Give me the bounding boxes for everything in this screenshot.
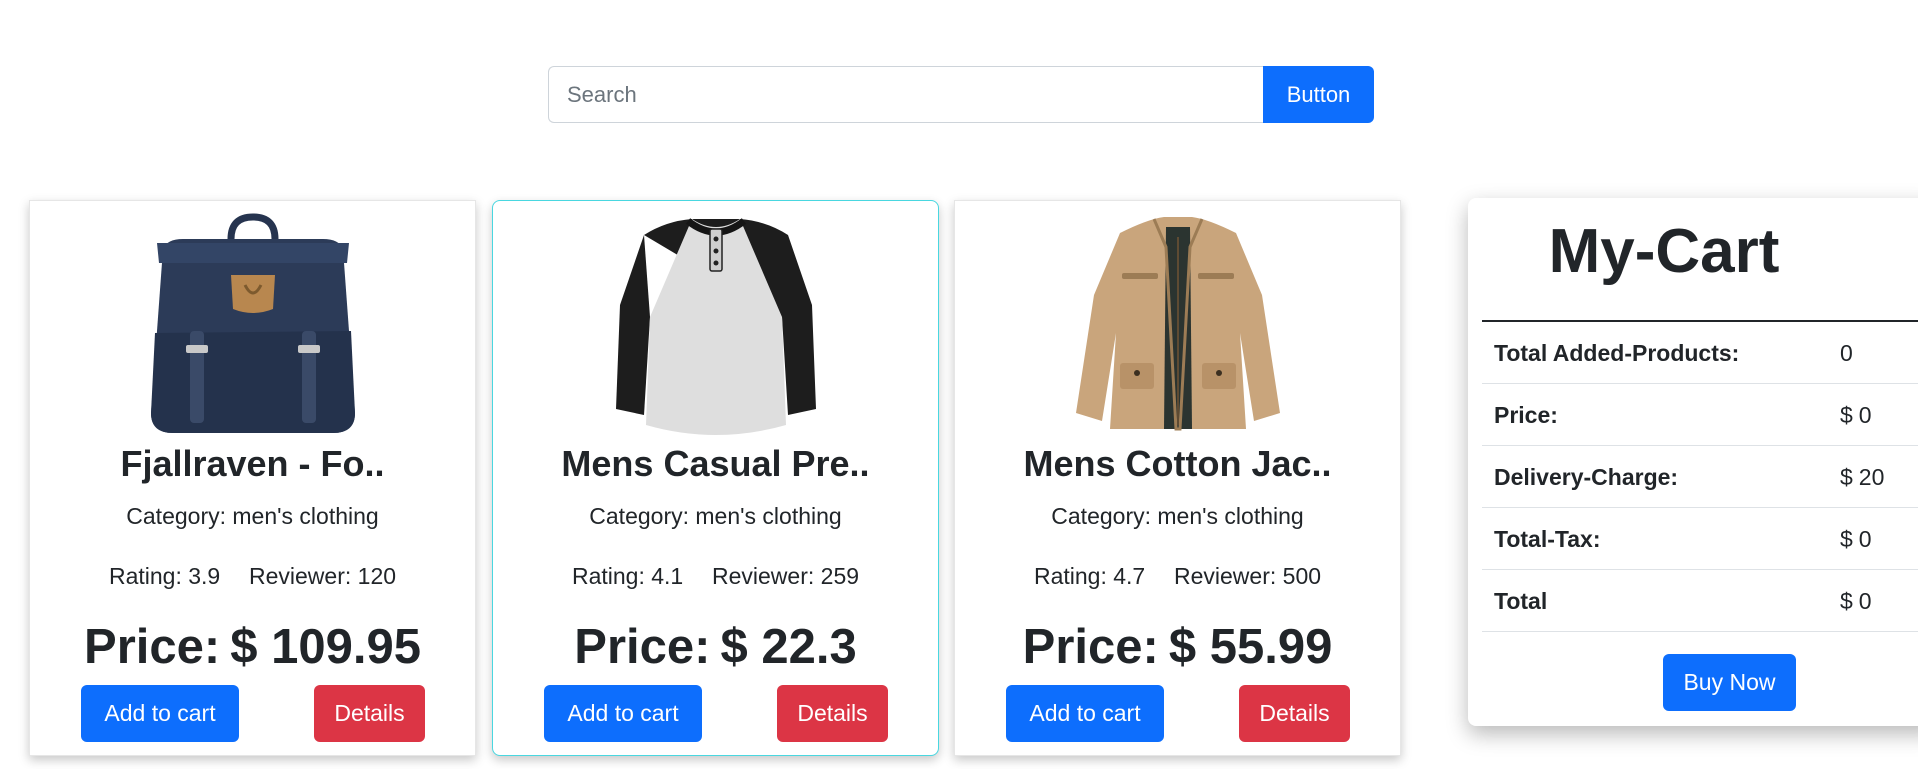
cart-row-value: $20	[1840, 464, 1884, 491]
cart-row-value: $0	[1840, 402, 1872, 429]
price-label: Price:	[84, 620, 221, 674]
buy-now-button[interactable]: Buy Now	[1663, 654, 1796, 711]
cart-row-number: 0	[1858, 402, 1872, 428]
cart-row-label: Total	[1494, 588, 1548, 614]
add-to-cart-button[interactable]: Add to cart	[544, 685, 702, 742]
cart-row-number: 0	[1858, 588, 1872, 614]
rating-value: 4.7	[1113, 563, 1146, 589]
reviewer-count: 120	[357, 563, 397, 589]
raglan-tshirt-image	[493, 213, 938, 439]
cart-row-number: 0	[1840, 340, 1853, 366]
category-label: Category:	[126, 503, 226, 529]
category-value: men's clothing	[232, 503, 379, 529]
cart-row-value: $0	[1840, 588, 1872, 615]
reviewer-label: Reviewer:	[1174, 563, 1277, 589]
product-price: Price: $ 22.3	[493, 619, 938, 675]
product-category: Category: men's clothing	[955, 503, 1400, 530]
cart-title: My-Cart	[1548, 217, 1780, 286]
price-value: 55.99	[1209, 620, 1333, 674]
rating-value: 4.1	[651, 563, 684, 589]
reviewer-count: 500	[1282, 563, 1322, 589]
category-value: men's clothing	[695, 503, 842, 529]
cotton-jacket-image	[955, 213, 1400, 439]
cart-row-total-tax: Total-Tax: $0	[1482, 508, 1918, 570]
cart-row-delivery-charge: Delivery-Charge: $20	[1482, 446, 1918, 508]
cart-row-label: Total Added-Products:	[1494, 340, 1740, 366]
price-currency: $	[230, 620, 258, 674]
reviewer-label: Reviewer:	[712, 563, 815, 589]
product-price: Price: $ 109.95	[30, 619, 475, 675]
product-title: Mens Casual Pre..	[561, 443, 870, 484]
product-card: Mens Casual Pre.. Category: men's clothi…	[492, 200, 939, 756]
cart-row-label: Total-Tax:	[1494, 526, 1601, 552]
shop-page: Button Fjallraven - Fo.. Category: men's…	[0, 0, 1918, 769]
product-category: Category: men's clothing	[30, 503, 475, 530]
cart-row-currency: $	[1840, 588, 1853, 614]
price-value: 22.3	[761, 620, 857, 674]
reviewer-count: 259	[820, 563, 860, 589]
rating-label: Rating:	[1033, 563, 1107, 589]
cart-row-total: Total $0	[1482, 570, 1918, 632]
details-button[interactable]: Details	[1239, 685, 1350, 742]
add-to-cart-button[interactable]: Add to cart	[1006, 685, 1164, 742]
price-currency: $	[1168, 620, 1197, 674]
cart-row-label: Price:	[1494, 402, 1558, 428]
cart-row-label: Delivery-Charge:	[1494, 464, 1679, 490]
cart-row-price: Price: $0	[1482, 384, 1918, 446]
cart-row-value: $0	[1840, 526, 1872, 553]
category-label: Category:	[589, 503, 689, 529]
rating-value: 3.9	[188, 563, 221, 589]
rating-label: Rating:	[571, 563, 645, 589]
search-input[interactable]	[548, 66, 1263, 123]
cart-row-currency: $	[1840, 526, 1853, 552]
product-category: Category: men's clothing	[493, 503, 938, 530]
rating-label: Rating:	[108, 563, 182, 589]
add-to-cart-button[interactable]: Add to cart	[81, 685, 239, 742]
search-bar: Button	[548, 66, 1374, 123]
search-button[interactable]: Button	[1263, 66, 1374, 123]
details-button[interactable]: Details	[777, 685, 888, 742]
product-card: Fjallraven - Fo.. Category: men's clothi…	[29, 200, 476, 756]
product-stats: Rating: 4.7 Reviewer: 500	[955, 563, 1400, 590]
product-price: Price: $ 55.99	[955, 619, 1400, 675]
price-label: Price:	[574, 620, 711, 674]
cart-panel: My-Cart Total Added-Products: 0 Price: $…	[1468, 198, 1918, 726]
product-title: Mens Cotton Jac..	[1023, 443, 1332, 484]
cart-row-number: 0	[1858, 526, 1872, 552]
category-value: men's clothing	[1157, 503, 1304, 529]
category-label: Category:	[1051, 503, 1151, 529]
product-stats: Rating: 4.1 Reviewer: 259	[493, 563, 938, 590]
product-stats: Rating: 3.9 Reviewer: 120	[30, 563, 475, 590]
cart-row-value: 0	[1840, 340, 1853, 367]
cart-row-total-products: Total Added-Products: 0	[1482, 322, 1918, 384]
details-button[interactable]: Details	[314, 685, 425, 742]
cart-row-number: 20	[1858, 464, 1885, 490]
cart-row-currency: $	[1840, 464, 1853, 490]
product-card: Mens Cotton Jac.. Category: men's clothi…	[954, 200, 1401, 756]
product-title: Fjallraven - Fo..	[120, 443, 385, 484]
cart-row-currency: $	[1840, 402, 1853, 428]
reviewer-label: Reviewer:	[249, 563, 352, 589]
price-currency: $	[720, 620, 748, 674]
backpack-image	[30, 213, 475, 439]
price-value: 109.95	[271, 620, 421, 674]
price-label: Price:	[1022, 620, 1159, 674]
